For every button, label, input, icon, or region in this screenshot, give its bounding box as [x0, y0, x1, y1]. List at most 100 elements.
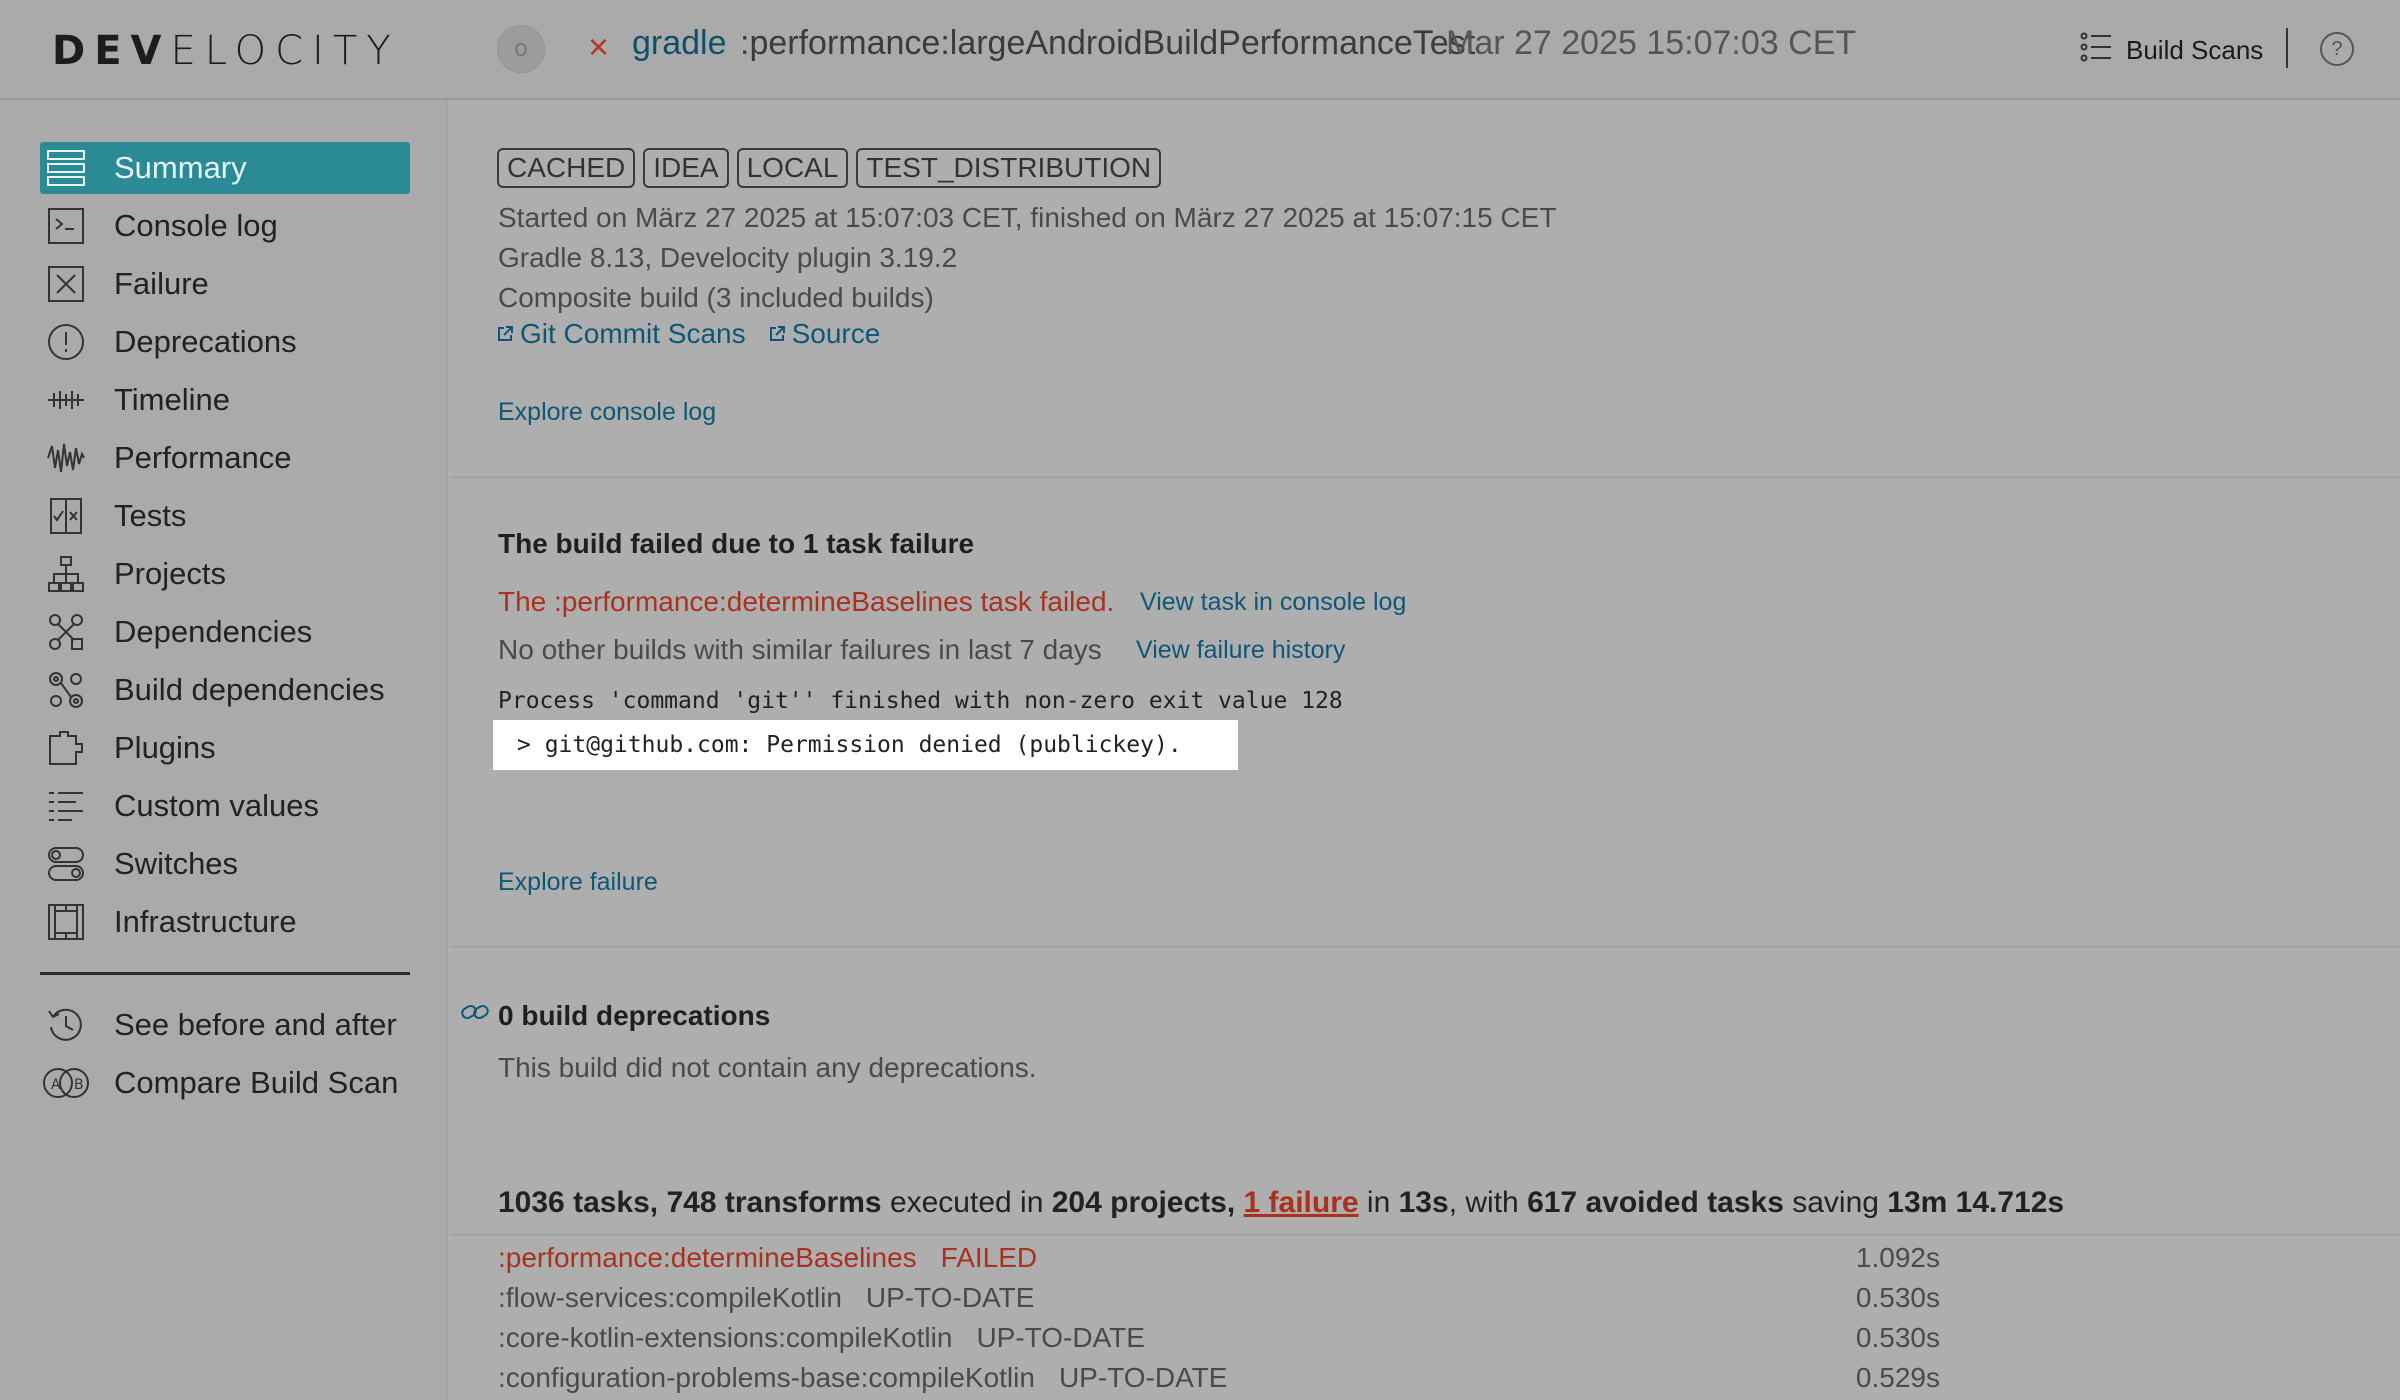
source-link[interactable]: Source [768, 318, 880, 350]
task-outcome: UP-TO-DATE [1058, 1362, 1228, 1393]
sidebar-item-label: Plugins [114, 730, 216, 765]
tests-icon [40, 490, 92, 542]
sidebar-item-label: See before and after [114, 1007, 397, 1042]
sidebar-item-label: Infrastructure [114, 904, 297, 939]
sidebar-item-deprecations[interactable]: Deprecations [40, 316, 410, 368]
failure-icon [40, 258, 92, 310]
list-icon [2080, 32, 2112, 69]
build-status-indicator: o [497, 25, 545, 73]
git-commit-scans-link[interactable]: Git Commit Scans [496, 318, 746, 350]
custom-values-icon [40, 780, 92, 832]
performance-icon [40, 432, 92, 484]
console-icon [40, 200, 92, 252]
timeline-icon [40, 374, 92, 426]
sidebar-item-label: Timeline [114, 382, 230, 417]
sidebar-item-dependencies[interactable]: Dependencies [40, 606, 410, 658]
sidebar-item-performance[interactable]: Performance [40, 432, 410, 484]
sidebar-item-summary[interactable]: Summary [40, 142, 410, 194]
failed-task-message: The :performance:determineBaselines task… [498, 586, 1115, 617]
sidebar-item-label: Failure [114, 266, 209, 301]
explore-console-log-link[interactable]: Explore console log [498, 398, 716, 427]
dependencies-icon [40, 606, 92, 658]
external-link-icon [769, 326, 785, 341]
sidebar-item-label: Projects [114, 556, 226, 591]
task-row[interactable]: :configuration-problems-base:compileKotl… [498, 1362, 1940, 1394]
view-task-in-console-link[interactable]: View task in console log [1140, 588, 1406, 617]
build-scans-label: Build Scans [2126, 35, 2264, 65]
main-content: CACHED IDEA LOCAL TEST_DISTRIBUTION Star… [450, 100, 2400, 1400]
sidebar-item-label: Dependencies [114, 614, 313, 649]
plugins-icon [40, 722, 92, 774]
svg-text:A: A [51, 1077, 61, 1093]
sidebar-divider [40, 972, 410, 975]
sidebar-item-failure[interactable]: Failure [40, 258, 410, 310]
task-outcome: FAILED [940, 1242, 1038, 1273]
see-before-after-button[interactable]: See before and after [40, 999, 410, 1051]
svg-text:B: B [74, 1077, 84, 1093]
top-bar: DEVELOCITY o × gradle :performance:large… [0, 0, 2400, 100]
sidebar-item-label: Switches [114, 846, 239, 881]
sidebar-item-console-log[interactable]: Console log [40, 200, 410, 252]
task-duration: 0.530s [1855, 1282, 1940, 1313]
task-duration: 1.092s [1855, 1242, 1940, 1273]
task-path[interactable]: :core-kotlin-extensions:compileKotlin [498, 1322, 952, 1353]
tag[interactable]: IDEA [643, 148, 729, 188]
sidebar-item-timeline[interactable]: Timeline [40, 374, 410, 426]
task-outcome: UP-TO-DATE [976, 1322, 1145, 1353]
projects-icon [40, 548, 92, 600]
develocity-logo[interactable]: DEVELOCITY [52, 28, 400, 74]
sidebar-item-label: Compare Build Scan [114, 1065, 399, 1100]
sidebar-item-infrastructure[interactable]: Infrastructure [40, 896, 410, 948]
build-dependencies-icon [40, 664, 92, 716]
tasks-summary: 1036 tasks, 748 transforms executed in 2… [498, 1186, 2065, 1219]
sidebar-item-label: Tests [114, 498, 187, 533]
tag-list: CACHED IDEA LOCAL TEST_DISTRIBUTION [497, 148, 1162, 188]
failure-message: Process 'command 'git'' finished with no… [498, 688, 1343, 714]
task-duration: 0.530s [1855, 1322, 1940, 1353]
help-icon[interactable]: ? [2320, 32, 2354, 66]
sidebar-item-tests[interactable]: Tests [40, 490, 410, 542]
sidebar-item-custom-values[interactable]: Custom values [40, 780, 410, 832]
sidebar-item-build-dependencies[interactable]: Build dependencies [40, 664, 410, 716]
sidebar-item-label: Custom values [114, 788, 320, 823]
infrastructure-icon [40, 896, 92, 948]
switches-icon [40, 838, 92, 890]
compare-build-scan-button[interactable]: AB Compare Build Scan [40, 1057, 410, 1109]
tag[interactable]: CACHED [497, 148, 636, 188]
composite-build-info: Composite build (3 included builds) [498, 282, 934, 313]
task-path[interactable]: :flow-services:compileKotlin [498, 1282, 842, 1313]
sidebar-item-label: Performance [114, 440, 292, 475]
task-row[interactable]: :core-kotlin-extensions:compileKotlin UP-… [498, 1322, 1940, 1354]
task-path[interactable]: :configuration-problems-base:compileKotl… [498, 1362, 1035, 1393]
failure-heading: The build failed due to 1 task failure [498, 528, 975, 559]
tag[interactable]: LOCAL [736, 148, 849, 188]
explore-failure-link[interactable]: Explore failure [498, 868, 658, 897]
task-row[interactable]: :performance:determineBaselines FAILED 1.0… [498, 1242, 1940, 1274]
similar-failures-info: No other builds with similar failures in… [498, 634, 1102, 665]
sidebar: Summary Console log Failure Deprecations… [0, 100, 448, 1400]
failures-link[interactable]: 1 failure [1244, 1186, 1359, 1219]
summary-icon [40, 142, 92, 194]
external-links: Git Commit Scans Source [496, 318, 880, 350]
view-failure-history-link[interactable]: View failure history [1136, 636, 1345, 665]
build-timing: Started on März 27 2025 at 15:07:03 CET,… [498, 202, 1557, 233]
build-time: Mar 27 2025 15:07:03 CET [1446, 24, 1857, 62]
project-name: gradle [632, 24, 727, 62]
header-divider [2286, 28, 2288, 68]
task-path[interactable]: :performance:determineBaselines [498, 1242, 917, 1273]
build-scans-button[interactable]: Build Scans [2080, 32, 2263, 69]
tag[interactable]: TEST_DISTRIBUTION [856, 148, 1162, 188]
history-icon [40, 999, 92, 1051]
link-icon[interactable] [460, 1002, 490, 1027]
sidebar-item-switches[interactable]: Switches [40, 838, 410, 890]
overview-section: CACHED IDEA LOCAL TEST_DISTRIBUTION Star… [450, 100, 2400, 478]
failure-message-detail: > git@github.com: Permission denied (pub… [493, 720, 1238, 770]
task-row[interactable]: :flow-services:compileKotlin UP-TO-DATE 0.… [498, 1282, 1940, 1314]
sidebar-item-plugins[interactable]: Plugins [40, 722, 410, 774]
sidebar-item-label: Console log [114, 208, 278, 243]
task-outcome: UP-TO-DATE [865, 1282, 1035, 1313]
sidebar-item-label: Build dependencies [114, 672, 385, 707]
build-versions: Gradle 8.13, Develocity plugin 3.19.2 [498, 242, 958, 273]
failure-icon: × [588, 26, 610, 67]
sidebar-item-projects[interactable]: Projects [40, 548, 410, 600]
